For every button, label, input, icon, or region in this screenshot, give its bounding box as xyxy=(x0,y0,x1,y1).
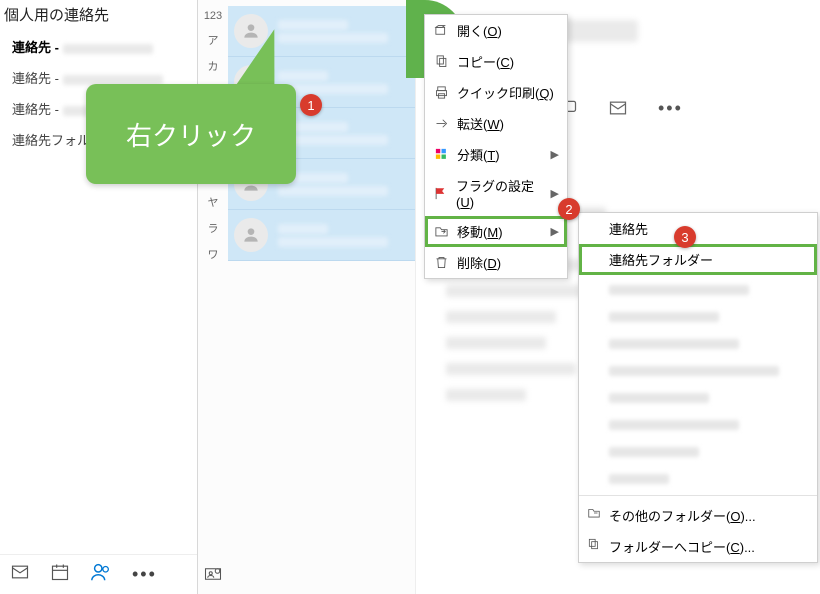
submenu-recent[interactable] xyxy=(579,329,817,356)
more-icon[interactable]: ••• xyxy=(132,564,157,585)
people-icon[interactable] xyxy=(90,561,112,588)
move-icon xyxy=(433,224,449,240)
submenu-contacts-folder[interactable]: 連絡先フォルダー xyxy=(579,244,817,275)
print-icon xyxy=(433,85,449,101)
avatar xyxy=(234,218,268,252)
mail-icon[interactable] xyxy=(10,562,30,587)
forward-icon xyxy=(433,116,449,132)
chevron-right-icon: ▶ xyxy=(551,148,559,161)
flag-icon xyxy=(433,185,448,201)
chevron-right-icon: ▶ xyxy=(551,187,559,200)
nav-bottom-bar: ••• xyxy=(0,554,197,594)
menu-forward[interactable]: 転送(W) xyxy=(425,108,567,139)
submenu-copy-to-folder[interactable]: フォルダーへコピー(C)... xyxy=(579,531,817,562)
annotation-badge-3: 3 xyxy=(674,226,696,248)
annotation-callout: 右クリック xyxy=(86,84,296,184)
chevron-right-icon: ▶ xyxy=(551,225,559,238)
alpha-item[interactable]: カ xyxy=(202,58,224,74)
contact-card-icon[interactable] xyxy=(204,565,222,588)
menu-categorize[interactable]: 分類(T) ▶ xyxy=(425,139,567,170)
annotation-badge-1: 1 xyxy=(300,94,322,116)
delete-icon xyxy=(433,255,449,271)
more-actions-icon[interactable]: ••• xyxy=(658,98,683,123)
submenu-recent[interactable] xyxy=(579,302,817,329)
menu-delete[interactable]: 削除(D) xyxy=(425,247,567,278)
alpha-item[interactable]: ア xyxy=(202,32,224,48)
sidebar-item-contacts-1[interactable]: 連絡先 - xyxy=(0,31,197,62)
submenu-other-folder[interactable]: その他のフォルダー(O)... xyxy=(579,500,817,531)
context-menu: 開く(O) コピー(C) クイック印刷(Q) 転送(W) 分類(T) ▶ フラグ… xyxy=(424,14,568,279)
submenu-recent[interactable] xyxy=(579,275,817,302)
calendar-icon[interactable] xyxy=(50,562,70,587)
sidebar-title: 個人用の連絡先 xyxy=(0,0,197,31)
menu-open[interactable]: 開く(O) xyxy=(425,15,567,46)
submenu-recent[interactable] xyxy=(579,410,817,437)
alpha-item[interactable]: 123 xyxy=(202,10,224,22)
move-submenu: 連絡先 連絡先フォルダー その他のフォルダー(O)... フォルダーへコピー(C… xyxy=(578,212,818,563)
menu-quick-print[interactable]: クイック印刷(Q) xyxy=(425,77,567,108)
alpha-item[interactable]: ワ xyxy=(202,246,224,262)
open-icon xyxy=(433,23,449,39)
list-item[interactable] xyxy=(228,210,415,261)
copy-folder-icon xyxy=(587,537,601,554)
annotation-badge-2: 2 xyxy=(558,198,580,220)
submenu-recent[interactable] xyxy=(579,356,817,383)
menu-flag[interactable]: フラグの設定(U) ▶ xyxy=(425,170,567,216)
menu-copy[interactable]: コピー(C) xyxy=(425,46,567,77)
callout-text: 右クリック xyxy=(126,116,256,153)
submenu-recent[interactable] xyxy=(579,383,817,410)
copy-icon xyxy=(433,54,449,70)
submenu-recent[interactable] xyxy=(579,437,817,464)
categorize-icon xyxy=(433,147,449,163)
menu-move[interactable]: 移動(M) ▶ xyxy=(425,216,567,247)
alpha-item[interactable]: ラ xyxy=(202,220,224,236)
email-icon[interactable] xyxy=(608,98,628,123)
submenu-contacts[interactable]: 連絡先 xyxy=(579,213,817,244)
alpha-item[interactable]: ヤ xyxy=(202,194,224,210)
folder-icon xyxy=(587,506,601,523)
submenu-recent[interactable] xyxy=(579,464,817,491)
